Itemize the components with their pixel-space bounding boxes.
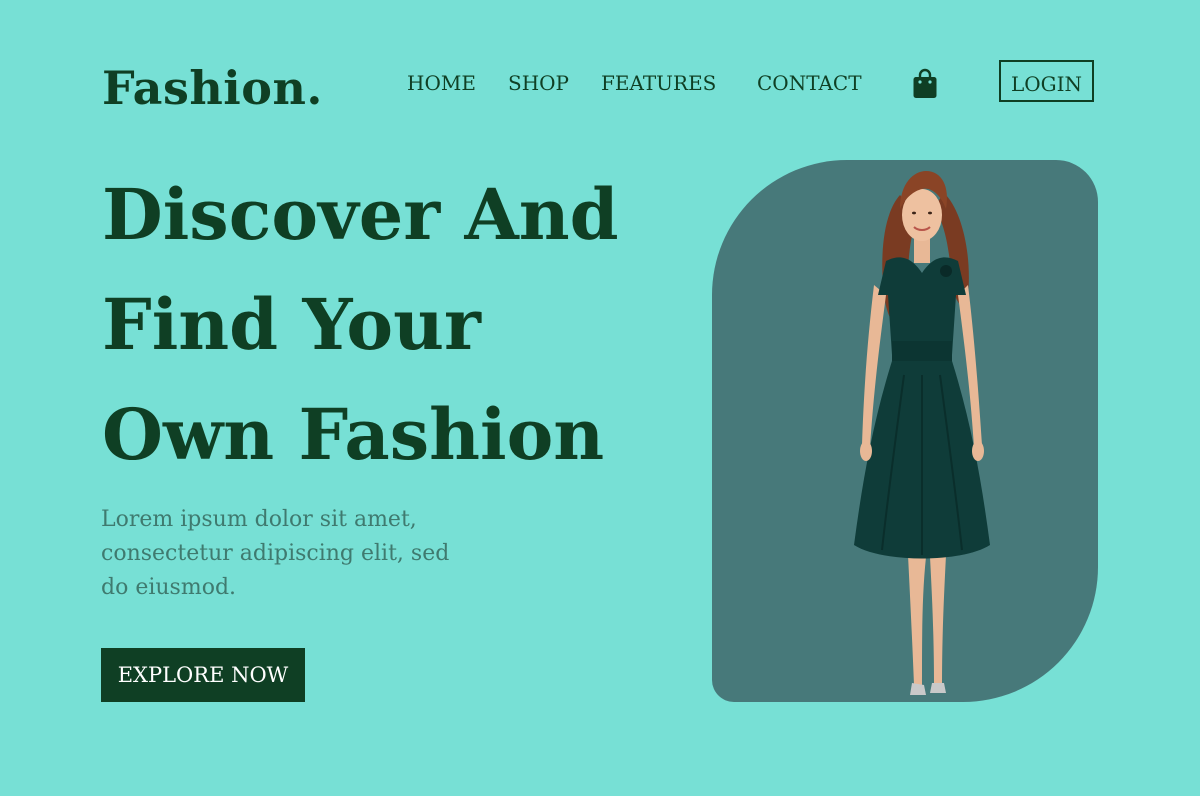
hero-title-line-3: Own Fashion — [102, 393, 605, 476]
nav-features-link[interactable]: FEATURES — [601, 60, 716, 106]
nav-shop-link[interactable]: SHOP — [508, 60, 569, 106]
brand-logo[interactable]: Fashion. — [102, 58, 323, 118]
login-button[interactable]: LOGIN — [999, 60, 1094, 102]
hero-description: Lorem ipsum dolor sit amet, consectetur … — [101, 507, 450, 600]
nav-home-link[interactable]: HOME — [407, 60, 476, 106]
hero-title: Discover And Find Your Own Fashion — [102, 160, 662, 490]
model-image — [854, 171, 990, 695]
hero-image-card — [712, 160, 1098, 702]
shopping-bag-icon[interactable] — [912, 68, 938, 100]
hero-title-line-1: Discover And — [102, 173, 619, 256]
hero-title-line-2: Find Your — [102, 283, 481, 366]
explore-now-button[interactable]: EXPLORE NOW — [101, 648, 305, 702]
nav-contact-link[interactable]: CONTACT — [757, 60, 862, 106]
